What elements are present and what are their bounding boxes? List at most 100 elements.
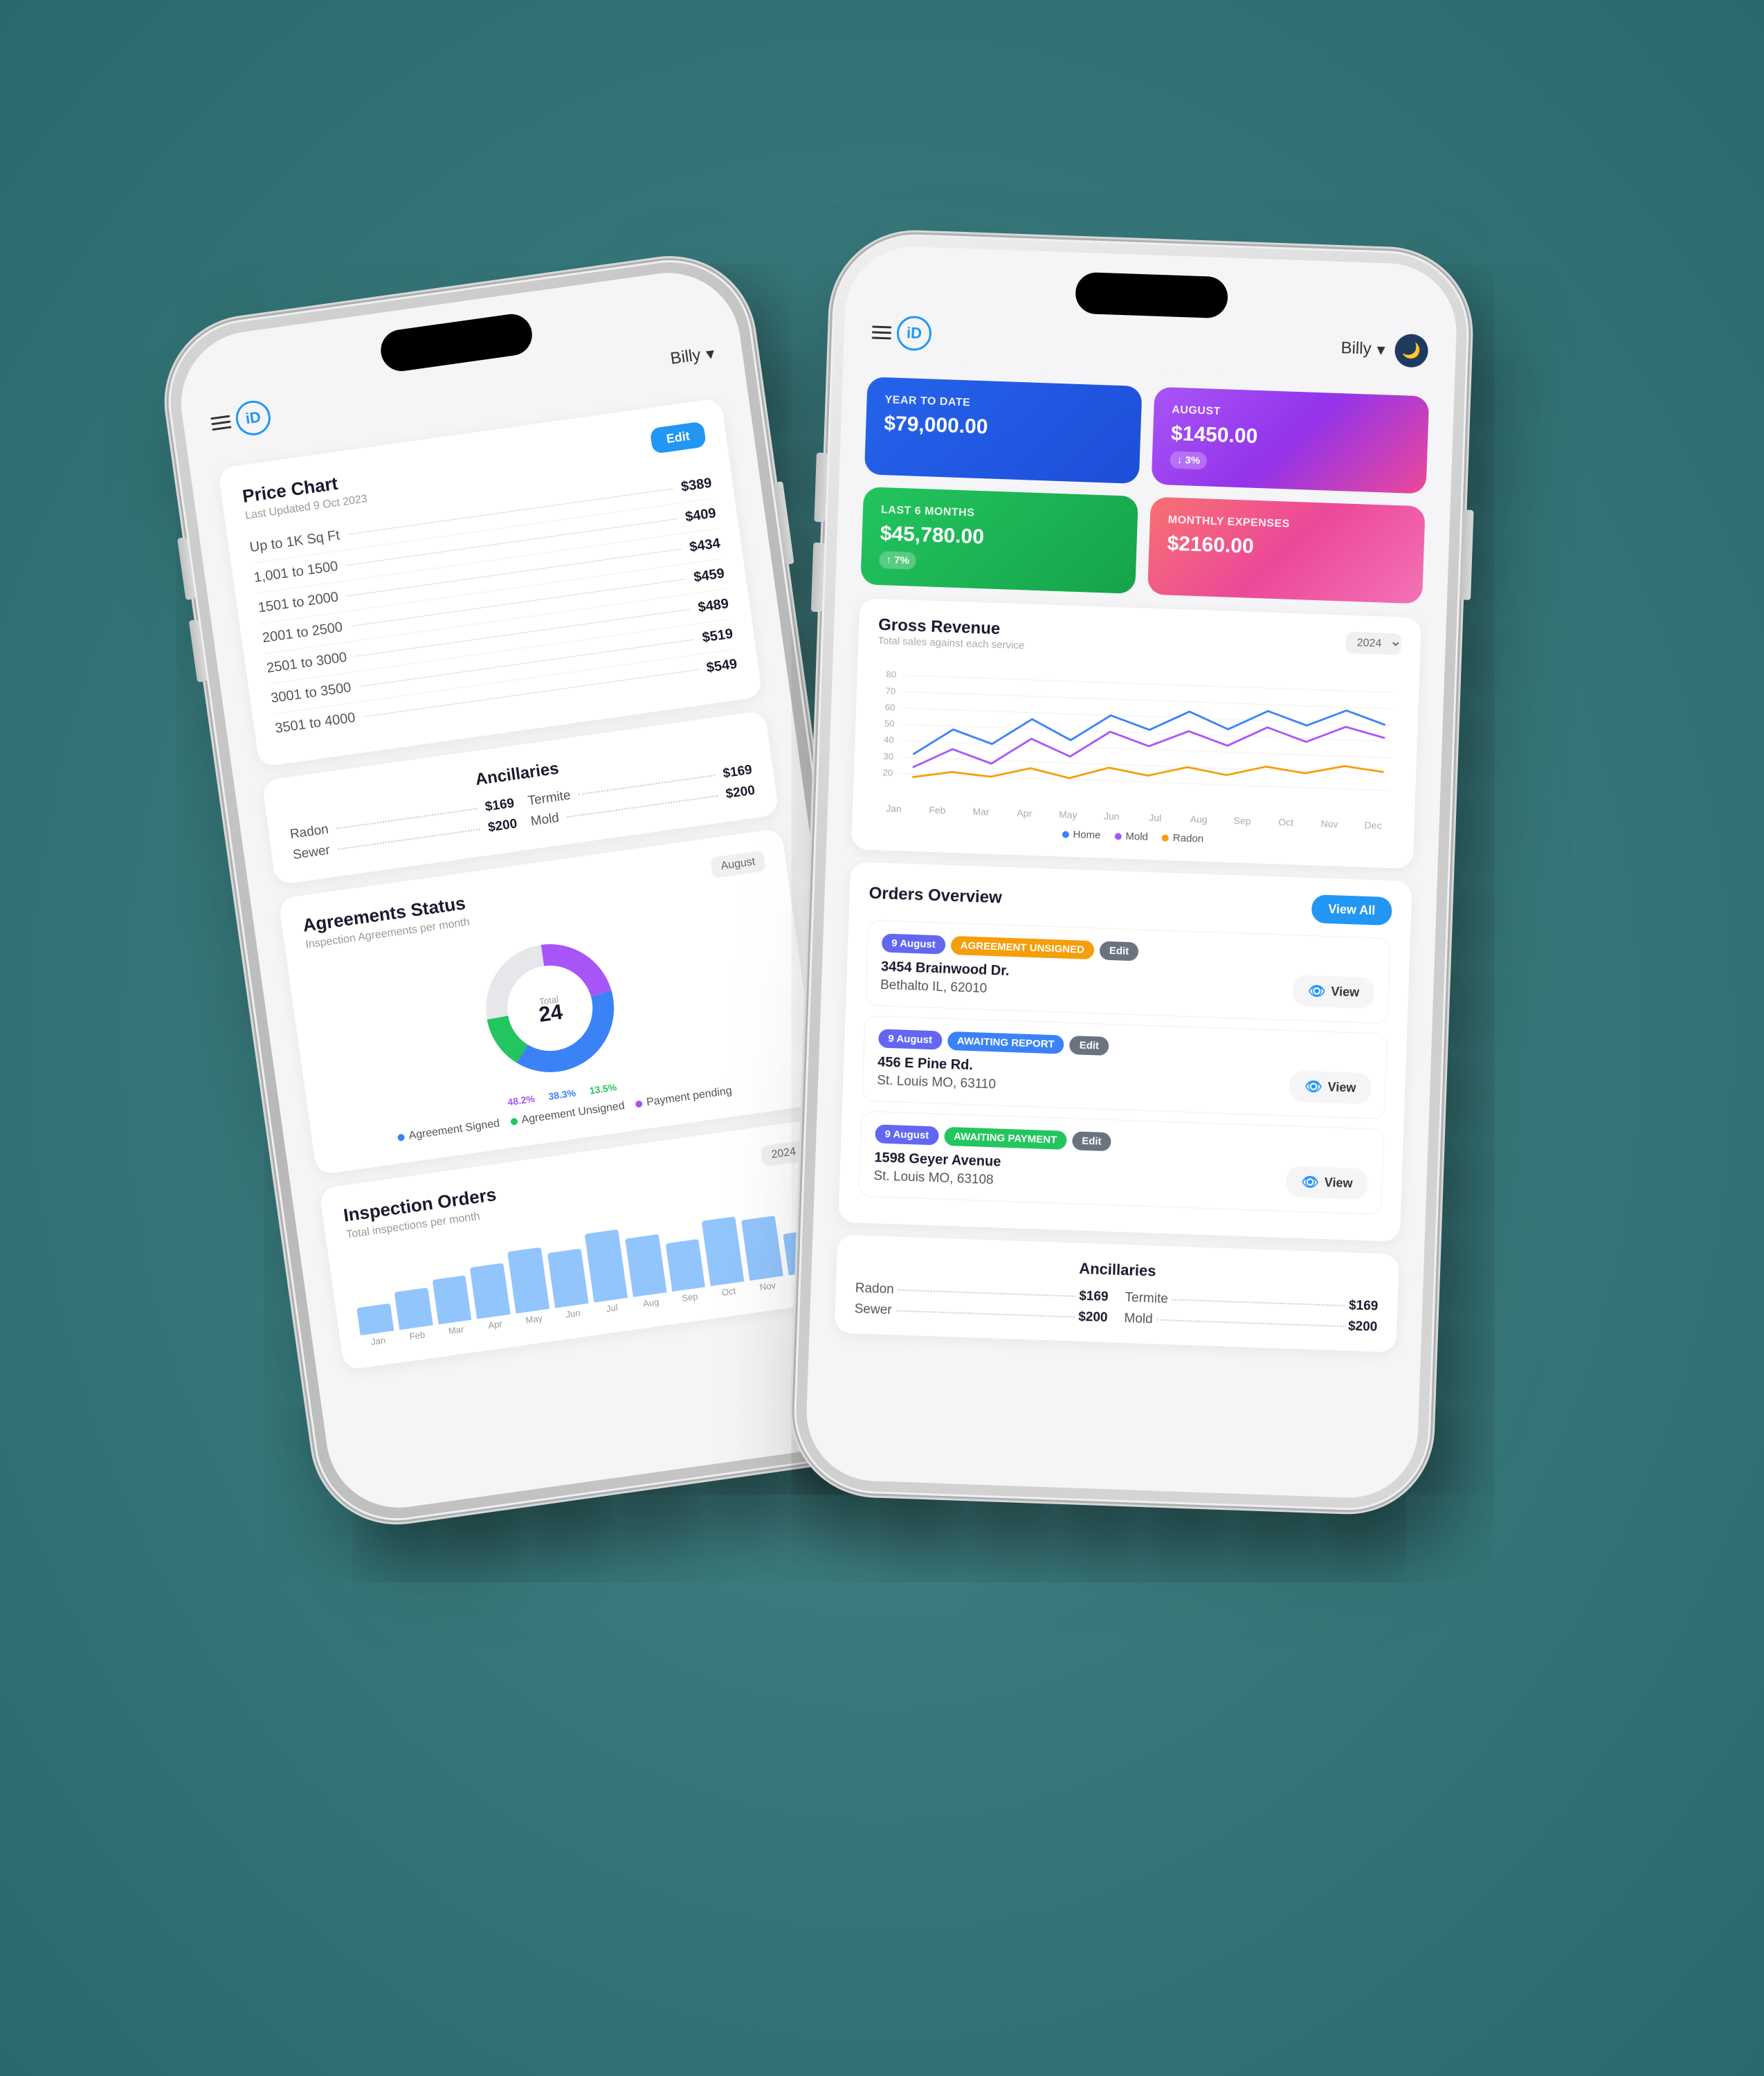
stat-august-value: $1450.00	[1170, 422, 1410, 453]
stat-6months-label: LAST 6 MONTHS	[880, 504, 1119, 525]
front-phone-screen: iD Billy ▾ 🌙	[804, 244, 1459, 1500]
order-3-date-tag: 9 August	[875, 1124, 939, 1145]
stat-august-badge: ↓ 3%	[1170, 451, 1207, 469]
order-3-address: 1598 Geyer Avenue	[873, 1150, 1001, 1170]
stat-6months-badge: ↑ 7%	[879, 551, 916, 570]
back-phone: iD Billy ▾ Price Chart Last Updated 9 Oc…	[158, 249, 909, 1531]
ag-pct-blue: 38.3%	[547, 1087, 576, 1101]
bar-col: Sep	[665, 1238, 707, 1304]
view-all-button[interactable]: View All	[1311, 894, 1392, 926]
legend-payment: Payment pending	[635, 1085, 733, 1110]
legend-home: Home	[1062, 828, 1101, 841]
order-1-address: 3454 Brainwood Dr.	[880, 959, 1009, 979]
donut-chart-svg: Total 24	[464, 922, 635, 1094]
stat-card-ytd: YEAR TO DATE $79,000.00	[864, 377, 1142, 484]
order-3-view-button[interactable]: 👁 View	[1285, 1166, 1368, 1200]
back-chevron-icon: ▾	[704, 343, 716, 363]
agreements-month-badge: August	[709, 850, 765, 878]
svg-text:50: 50	[884, 718, 894, 729]
fa-item-sewer: Sewer $200	[854, 1301, 1108, 1326]
hamburger-menu[interactable]	[210, 415, 231, 431]
front-hamburger-menu[interactable]	[871, 325, 891, 339]
front-volume-down-button[interactable]	[810, 542, 824, 611]
back-phone-screen: iD Billy ▾ Price Chart Last Updated 9 Oc…	[172, 263, 895, 1517]
order-2-view-button[interactable]: 👁 View	[1289, 1070, 1372, 1104]
order-item-1: 9 August AGREEMENT UNSIGNED Edit 3454 Br…	[865, 919, 1391, 1023]
back-app-logo: iD	[233, 398, 272, 437]
front-volume-up-button[interactable]	[814, 452, 827, 521]
price-chart-edit-button[interactable]: Edit	[649, 421, 706, 453]
front-phone: iD Billy ▾ 🌙	[791, 231, 1471, 1513]
stat-card-august: AUGUST $1450.00 ↓ 3%	[1151, 386, 1429, 494]
moon-icon: 🌙	[1401, 341, 1421, 360]
order-2-city: St. Louis MO, 63110	[876, 1073, 995, 1092]
legend-mold: Mold	[1114, 830, 1148, 843]
svg-text:80: 80	[886, 669, 896, 680]
svg-text:30: 30	[883, 750, 893, 761]
fa-item-mold: Mold $200	[1124, 1311, 1378, 1335]
stat-august-label: AUGUST	[1172, 404, 1410, 424]
power-button[interactable]	[773, 481, 794, 565]
order-2-status-tag: AWAITING REPORT	[947, 1031, 1064, 1054]
bar-col: Jun	[547, 1248, 590, 1321]
bar-col: Mar	[432, 1275, 473, 1337]
bar-col: Jul	[584, 1229, 629, 1315]
dark-mode-toggle[interactable]: 🌙	[1394, 333, 1428, 368]
ag-pct-purple: 48.2%	[507, 1092, 536, 1107]
volume-up-button[interactable]	[177, 536, 195, 599]
order-3-city: St. Louis MO, 63108	[873, 1168, 1001, 1188]
order-3-edit-tag[interactable]: Edit	[1071, 1131, 1111, 1151]
eye-icon: 👁	[1307, 982, 1325, 1000]
stat-expenses-value: $2160.00	[1166, 532, 1406, 563]
fa-item-radon: Radon $169	[855, 1281, 1109, 1305]
eye-icon-3: 👁	[1301, 1173, 1319, 1191]
order-2-date-tag: 9 August	[878, 1029, 942, 1049]
stats-grid: YEAR TO DATE $79,000.00 AUGUST $1450.00 …	[860, 377, 1429, 604]
front-app-logo: iD	[896, 315, 932, 351]
svg-text:60: 60	[884, 701, 895, 712]
order-1-edit-tag[interactable]: Edit	[1099, 941, 1138, 961]
stat-ytd-value: $79,000.00	[883, 412, 1122, 444]
front-ancillaries-title: Ancillaries	[855, 1252, 1379, 1288]
bar-col: Apr	[470, 1263, 512, 1332]
fa-item-termite: Termite $169	[1125, 1290, 1379, 1315]
front-user-badge: Billy ▾	[1340, 338, 1385, 359]
bar-col: Jan	[356, 1303, 396, 1348]
order-3-status-tag: AWAITING PAYMENT	[943, 1126, 1066, 1149]
bar-col: Oct	[702, 1216, 746, 1299]
order-1-view-button[interactable]: 👁 View	[1292, 975, 1375, 1009]
front-user-name: Billy	[1340, 339, 1372, 359]
stat-expenses-label: MONTHLY EXPENSES	[1167, 514, 1406, 534]
bar-col: Nov	[741, 1216, 785, 1294]
inspection-year-badge: 2024	[760, 1140, 806, 1167]
back-logo-area: iD	[208, 398, 272, 440]
order-item-3: 9 August AWAITING PAYMENT Edit 1598 Geye…	[858, 1110, 1384, 1214]
orders-title: Orders Overview	[869, 883, 1002, 908]
order-1-city: Bethalto IL, 62010	[880, 977, 1008, 997]
ag-pct-green: 13.5%	[588, 1081, 617, 1096]
front-chevron-icon: ▾	[1376, 339, 1385, 359]
volume-down-button[interactable]	[188, 619, 206, 682]
legend-radon: Radon	[1161, 831, 1203, 845]
order-1-status-tag: AGREEMENT UNSIGNED	[950, 935, 1094, 959]
order-1-date-tag: 9 August	[881, 933, 945, 954]
price-chart-card: Price Chart Last Updated 9 Oct 2023 Edit…	[217, 397, 763, 767]
eye-icon-2: 👁	[1304, 1077, 1322, 1095]
order-item-2: 9 August AWAITING REPORT Edit 456 E Pine…	[862, 1015, 1388, 1119]
gross-revenue-chart-svg: 80 70 60 50 40 30 20	[872, 657, 1400, 813]
bar-col: May	[507, 1247, 552, 1326]
back-user-badge: Billy ▾	[669, 343, 715, 369]
back-user-name: Billy	[669, 345, 701, 369]
svg-text:70: 70	[885, 685, 895, 696]
gr-filter-select[interactable]: 2024 2023	[1345, 631, 1401, 655]
order-2-edit-tag[interactable]: Edit	[1069, 1036, 1109, 1056]
orders-overview-card: Orders Overview View All 9 August AGREEM…	[838, 861, 1412, 1241]
stat-card-expenses: MONTHLY EXPENSES $2160.00	[1147, 496, 1426, 604]
front-dynamic-island	[1075, 271, 1228, 318]
front-power-button[interactable]	[1460, 509, 1474, 599]
svg-text:20: 20	[882, 767, 893, 778]
front-logo-area: iD	[871, 314, 932, 351]
front-ancillaries-grid: Radon $169 Termite $169 Sewer	[854, 1281, 1378, 1335]
gross-revenue-card: Gross Revenue Total sales against each s…	[851, 598, 1421, 869]
svg-text:24: 24	[537, 999, 564, 1026]
